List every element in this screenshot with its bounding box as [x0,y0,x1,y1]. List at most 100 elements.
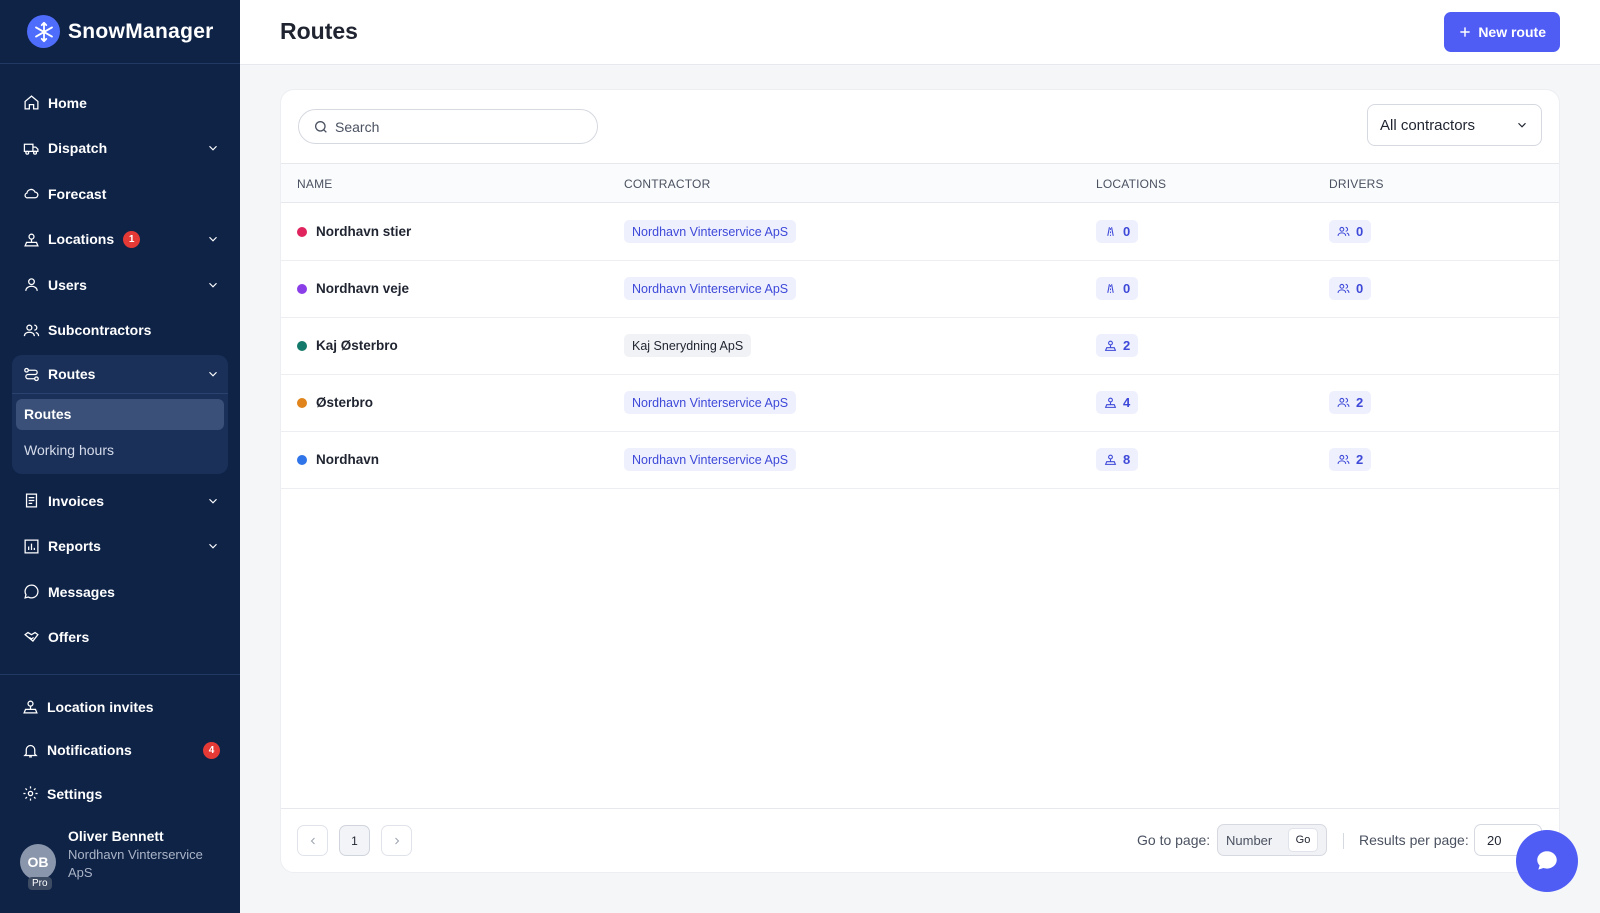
contractor-tag[interactable]: Nordhavn Vinterservice ApS [624,220,797,243]
contractor-tag[interactable]: Nordhavn Vinterservice ApS [624,277,797,300]
sidebar-item-home[interactable]: Home [0,80,240,126]
cloud-icon [22,185,40,203]
route-name[interactable]: Nordhavn [316,452,379,467]
sidebar-item-invoices[interactable]: Invoices [0,478,240,524]
search-input[interactable] [335,118,575,135]
table-row[interactable]: Østerbro Nordhavn Vinterservice ApS 4 2 [281,374,1559,432]
sidebar-item-label: Notifications [47,742,132,759]
sidebar-item-users[interactable]: Users [0,262,240,308]
divider [12,393,228,394]
results-per-page-value: 20 [1487,832,1502,848]
sidebar-item-subcontractors[interactable]: Subcontractors [0,308,240,354]
contractor-cell: Nordhavn Vinterservice ApS [624,374,797,431]
location-pin-icon [1104,340,1117,351]
user-icon [22,276,40,294]
next-page-button[interactable] [381,825,412,856]
route-name[interactable]: Nordhavn veje [316,281,409,296]
route-color-dot [297,283,307,294]
go-to-page-label: Go to page: [1137,832,1211,848]
sidebar-item-label: Routes [48,366,96,382]
name-cell: Kaj Østerbro [297,317,398,374]
sidebar-item-routes[interactable]: Routes [12,355,228,393]
table-row[interactable]: Nordhavn Nordhavn Vinterservice ApS 8 2 [281,431,1559,489]
route-name[interactable]: Nordhavn stier [316,224,411,239]
locations-count-chip: 4 [1096,391,1139,414]
name-cell: Nordhavn veje [297,260,409,317]
name-cell: Nordhavn [297,431,379,488]
message-icon [22,583,40,601]
chevron-down-icon [209,146,217,151]
drivers-icon [1337,283,1350,293]
page-number-input[interactable] [1226,832,1288,848]
sidebar-item-label: Offers [48,629,90,646]
drivers-icon [1337,226,1350,236]
drivers-cell: 2 [1329,431,1372,488]
contractor-tag[interactable]: Nordhavn Vinterservice ApS [624,391,797,414]
drivers-count: 2 [1356,452,1364,467]
drivers-count: 0 [1356,224,1364,239]
locations-cell: 0 [1096,260,1139,317]
search-box[interactable] [298,109,598,144]
go-button[interactable]: Go [1288,828,1318,852]
avatar: OB Pro [20,844,56,890]
chart-icon [22,537,40,555]
column-header-contractor[interactable]: CONTRACTOR [624,177,710,191]
chat-button[interactable] [1516,830,1578,892]
route-name[interactable]: Kaj Østerbro [316,338,398,353]
contractor-tag[interactable]: Nordhavn Vinterservice ApS [624,448,797,471]
prev-page-button[interactable] [297,825,328,856]
sidebar-item-reports[interactable]: Reports [0,524,240,570]
drivers-count-chip: 0 [1329,220,1372,243]
locations-count: 0 [1123,281,1131,296]
users-icon [22,321,40,339]
column-header-drivers[interactable]: DRIVERS [1329,177,1384,191]
page-button-current[interactable]: 1 [339,825,370,856]
sidebar-item-dispatch[interactable]: Dispatch [0,126,240,172]
home-icon [22,94,40,112]
contractor-cell: Nordhavn Vinterservice ApS [624,203,797,260]
column-header-locations[interactable]: LOCATIONS [1096,177,1166,191]
sidebar-item-messages[interactable]: Messages [0,569,240,615]
table-row[interactable]: Nordhavn stier Nordhavn Vinterservice ApS… [281,203,1559,261]
locations-cell: 0 [1096,203,1139,260]
user-company: Nordhavn Vinterservice ApS [68,847,203,880]
table-row[interactable]: Kaj Østerbro Kaj Snerydning ApS 2 [281,317,1559,375]
column-header-name[interactable]: NAME [297,177,332,191]
route-color-dot [297,340,307,351]
brand[interactable]: SnowManager [0,0,240,64]
snowflake-logo-icon [27,15,60,48]
chevron-down-icon [209,371,217,377]
drivers-count: 2 [1356,395,1364,410]
route-name[interactable]: Østerbro [316,395,373,410]
contractor-tag[interactable]: Kaj Snerydning ApS [624,334,752,357]
contractor-cell: Nordhavn Vinterservice ApS [624,431,797,488]
drivers-count-chip: 2 [1329,391,1372,414]
sidebar-subitem-working-hours[interactable]: Working hours [16,435,224,466]
new-route-button[interactable]: New route [1444,12,1560,52]
chevron-down-icon [209,544,217,549]
location-invite-icon [21,698,39,716]
locations-count-chip: 2 [1096,334,1139,357]
drivers-count: 0 [1356,281,1364,296]
divider [1343,833,1344,849]
plus-icon [1460,27,1471,37]
sidebar-item-location-invites[interactable]: Location invites [0,685,240,729]
sidebar-item-forecast[interactable]: Forecast [0,171,240,217]
contractor-select[interactable]: All contractors [1367,104,1542,146]
sidebar-item-settings[interactable]: Settings [0,772,240,816]
route-color-dot [297,454,307,465]
road-icon [1107,227,1114,236]
table-row[interactable]: Nordhavn veje Nordhavn Vinterservice ApS 0… [281,260,1559,318]
sidebar-item-notifications[interactable]: Notifications 4 [0,729,240,773]
chevron-down-icon [209,237,217,242]
routes-nav-group: Routes Routes Working hours [12,355,228,474]
sidebar-item-label: Messages [48,583,115,600]
user-profile[interactable]: OB Pro Oliver Bennett Nordhavn Vinterser… [0,828,240,890]
sidebar-item-locations[interactable]: Locations 1 [0,217,240,263]
chevron-left-icon [310,837,315,844]
road-icon [1107,284,1114,293]
sidebar-item-label: Invoices [48,492,105,509]
sidebar-subitem-routes[interactable]: Routes [16,399,224,430]
sidebar-item-offers[interactable]: Offers [0,615,240,661]
sidebar-item-label: Location invites [47,698,154,715]
